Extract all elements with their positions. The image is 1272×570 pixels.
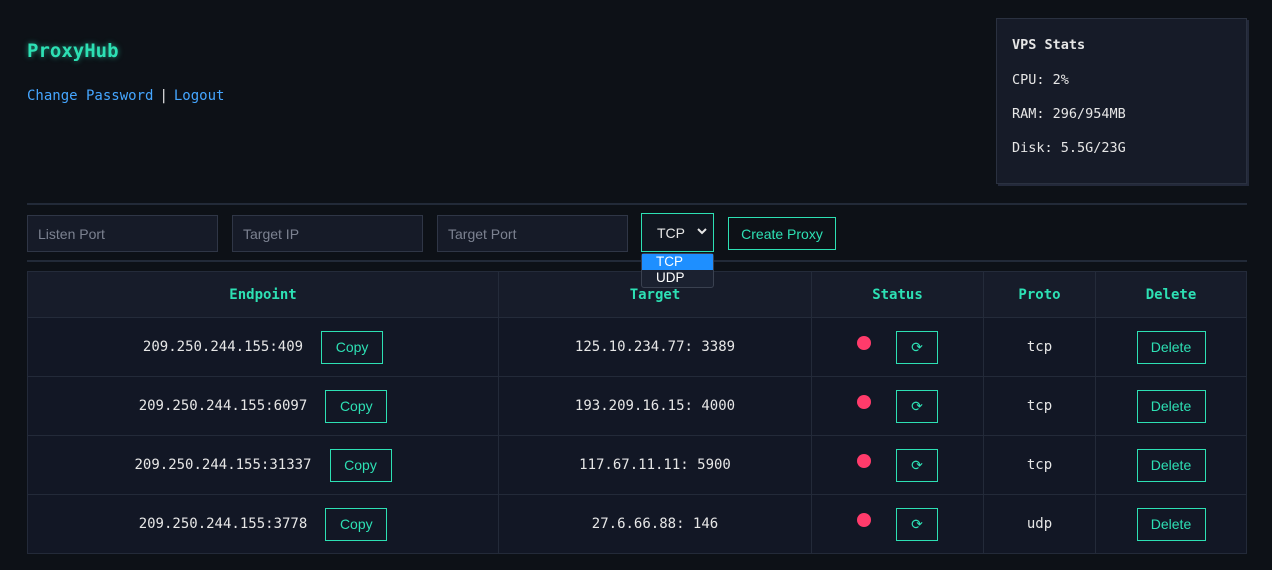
protocol-option-tcp[interactable]: TCP — [642, 254, 713, 270]
refresh-icon[interactable]: ⟳ — [896, 448, 938, 482]
refresh-icon[interactable]: ⟳ — [896, 330, 938, 364]
endpoint-value: 209.250.244.155:3778 — [138, 516, 308, 532]
protocol-option-udp[interactable]: UDP — [642, 270, 713, 286]
status-cell: ⟳ — [811, 317, 984, 377]
endpoint-value: 209.250.244.155:6097 — [138, 398, 308, 414]
target-cell: 125.10.234.77: 3389 — [498, 317, 812, 377]
delete-button[interactable]: Delete — [1136, 448, 1206, 482]
copy-button[interactable]: Copy — [325, 507, 388, 541]
delete-button[interactable]: Delete — [1136, 389, 1206, 423]
target-cell: 27.6.66.88: 146 — [498, 494, 812, 554]
refresh-icon[interactable]: ⟳ — [896, 507, 938, 541]
divider-top — [27, 203, 1247, 205]
target-cell: 193.209.16.15: 4000 — [498, 376, 812, 436]
table-row: 209.250.244.155:3778 Copy 27.6.66.88: 14… — [27, 494, 1247, 554]
endpoint-cell: 209.250.244.155:3778 Copy — [27, 494, 499, 554]
status-dot — [857, 336, 871, 350]
delete-button[interactable]: Delete — [1136, 330, 1206, 364]
endpoint-value: 209.250.244.155:31337 — [134, 457, 312, 473]
divider-bottom — [27, 260, 1247, 262]
delete-cell: Delete — [1095, 435, 1247, 495]
protocol-select-value: TCP — [657, 224, 685, 241]
status-cell: ⟳ — [811, 376, 984, 436]
protocol-select[interactable]: TCP — [641, 213, 714, 252]
protocol-dropdown-menu: TCP UDP — [641, 253, 714, 288]
ram-stat: RAM: 296/954MB — [1012, 106, 1126, 122]
copy-button[interactable]: Copy — [325, 389, 388, 423]
target-port-input[interactable] — [437, 215, 628, 252]
endpoint-cell: 209.250.244.155:6097 Copy — [27, 376, 499, 436]
header-status: Status — [811, 271, 984, 318]
user-links: Change Password | Logout — [27, 88, 224, 104]
status-dot — [857, 395, 871, 409]
target-cell: 117.67.11.11: 5900 — [498, 435, 812, 495]
copy-button[interactable]: Copy — [321, 330, 384, 364]
status-dot — [857, 454, 871, 468]
status-cell: ⟳ — [811, 494, 984, 554]
logout-link[interactable]: Logout — [174, 88, 225, 104]
status-cell: ⟳ — [811, 435, 984, 495]
proto-cell: tcp — [983, 317, 1096, 377]
header-endpoint: Endpoint — [27, 271, 499, 318]
brand-title: ProxyHub — [27, 40, 119, 62]
header-proto: Proto — [983, 271, 1096, 318]
endpoint-cell: 209.250.244.155:409 Copy — [27, 317, 499, 377]
endpoint-value: 209.250.244.155:409 — [142, 339, 304, 355]
header-delete: Delete — [1095, 271, 1247, 318]
app-root: ProxyHub Change Password | Logout VPS Stat… — [0, 0, 1272, 570]
change-password-link[interactable]: Change Password — [27, 88, 153, 104]
proto-cell: tcp — [983, 435, 1096, 495]
proto-cell: tcp — [983, 376, 1096, 436]
table-row: 209.250.244.155:409 Copy 125.10.234.77: … — [27, 317, 1247, 377]
refresh-icon[interactable]: ⟳ — [896, 389, 938, 423]
listen-port-input[interactable] — [27, 215, 218, 252]
chevron-down-icon — [697, 226, 707, 238]
disk-stat: Disk: 5.5G/23G — [1012, 140, 1126, 156]
proxy-table: Endpoint Target Status Proto Delete 209.… — [27, 271, 1247, 554]
table-header-row: Endpoint Target Status Proto Delete — [27, 271, 1247, 318]
table-row: 209.250.244.155:6097 Copy 193.209.16.15:… — [27, 376, 1247, 436]
delete-cell: Delete — [1095, 494, 1247, 554]
proto-cell: udp — [983, 494, 1096, 554]
delete-cell: Delete — [1095, 376, 1247, 436]
vps-stats-panel: VPS Stats CPU: 2% RAM: 296/954MB Disk: 5… — [996, 18, 1247, 184]
delete-cell: Delete — [1095, 317, 1247, 377]
link-separator: | — [159, 88, 168, 104]
table-row: 209.250.244.155:31337 Copy 117.67.11.11:… — [27, 435, 1247, 495]
copy-button[interactable]: Copy — [329, 448, 392, 482]
create-proxy-button[interactable]: Create Proxy — [728, 217, 836, 250]
vps-stats-title: VPS Stats — [1012, 37, 1086, 53]
status-dot — [857, 513, 871, 527]
cpu-stat: CPU: 2% — [1012, 72, 1069, 88]
target-ip-input[interactable] — [232, 215, 423, 252]
endpoint-cell: 209.250.244.155:31337 Copy — [27, 435, 499, 495]
delete-button[interactable]: Delete — [1136, 507, 1206, 541]
